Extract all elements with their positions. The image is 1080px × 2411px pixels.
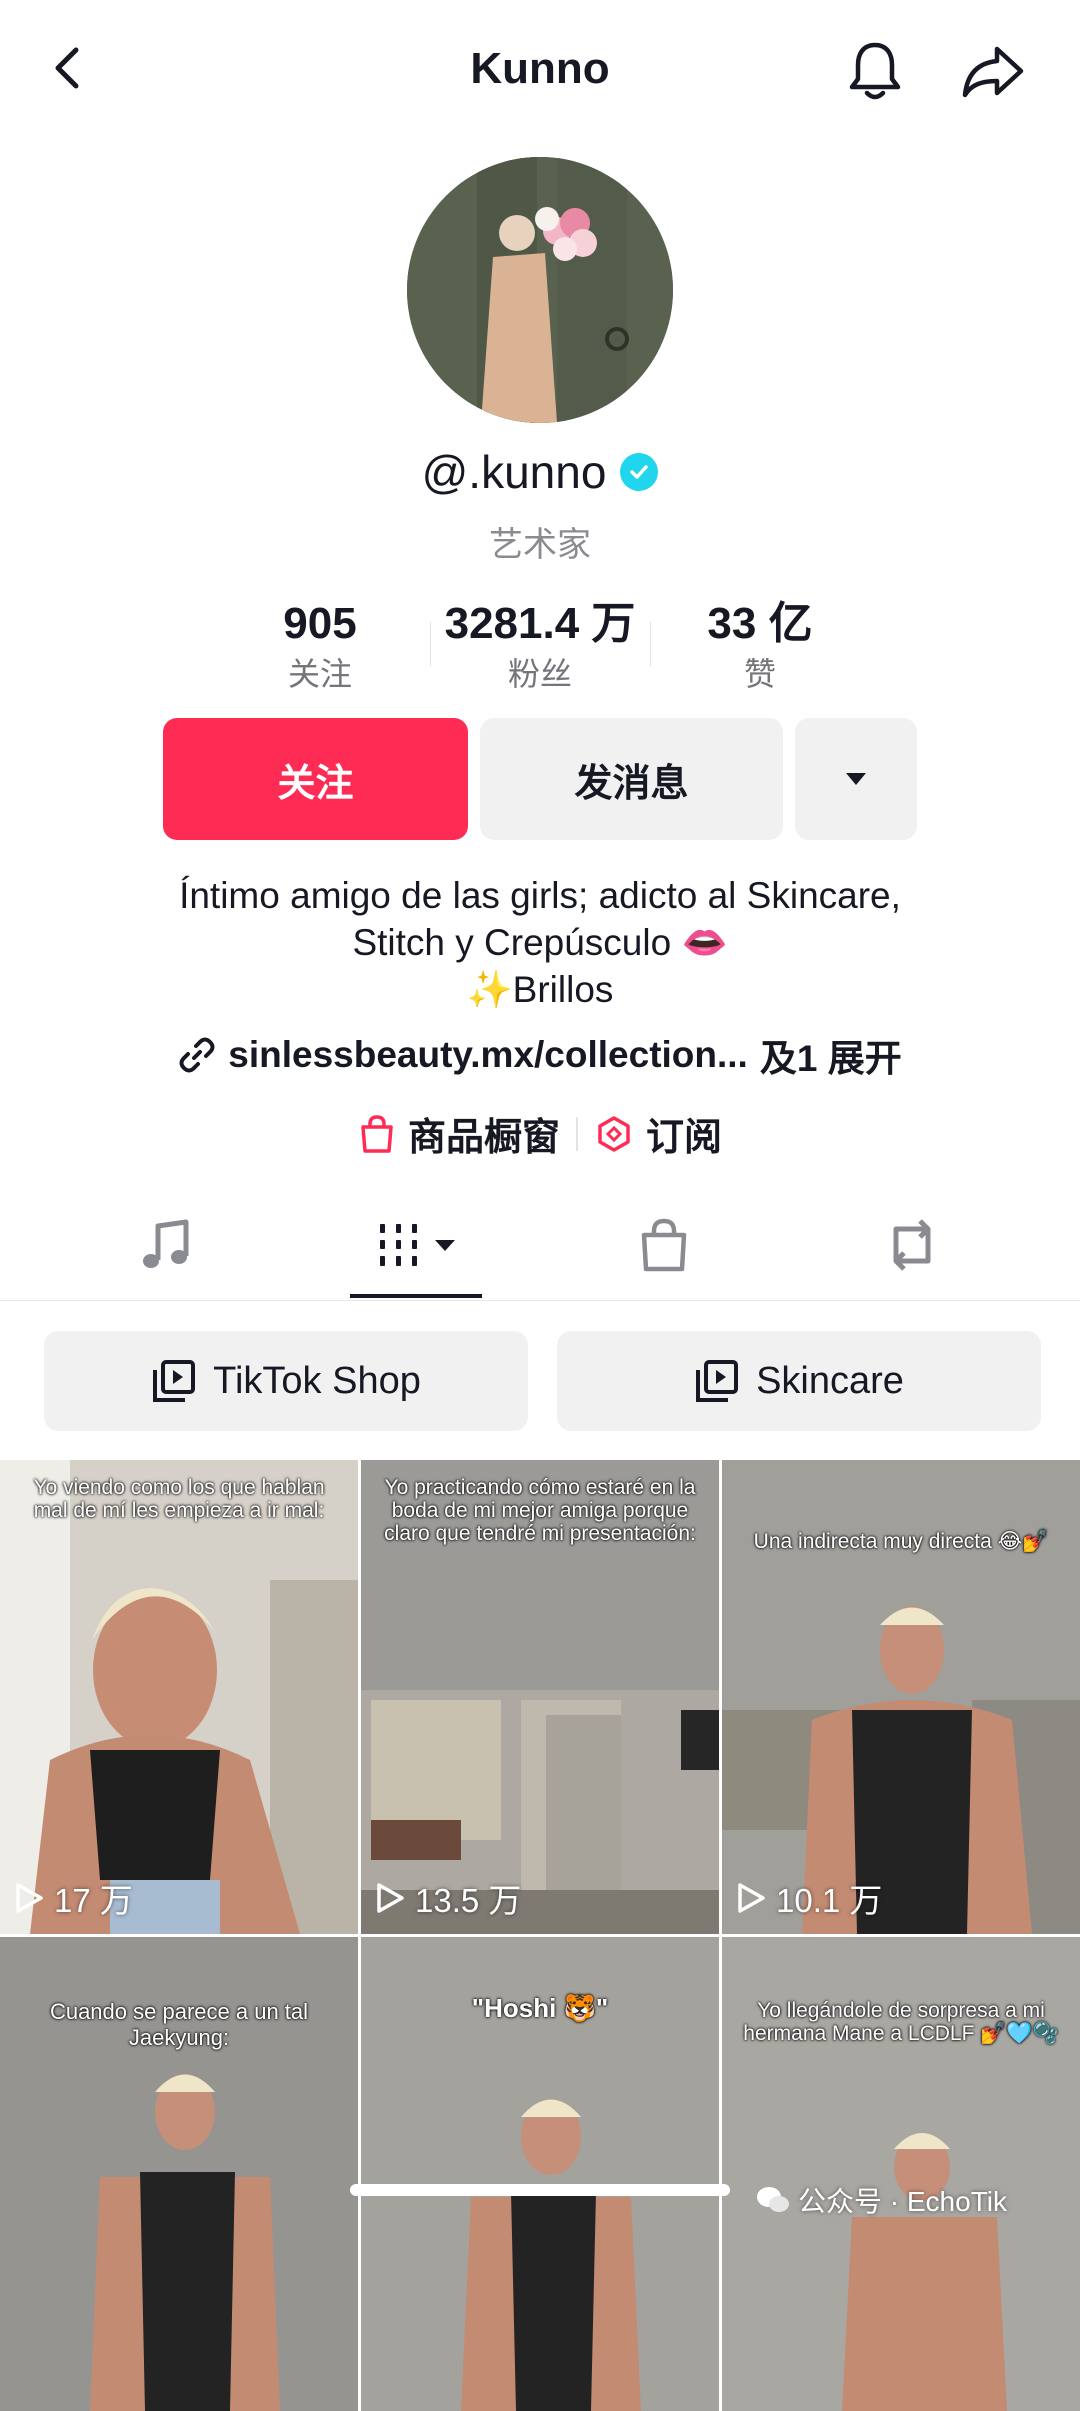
verified-badge-icon: [620, 453, 659, 491]
shop-row: 商品橱窗 订阅: [0, 1106, 1080, 1161]
playlist-label: Skincare: [756, 1359, 904, 1402]
bio-line: Íntimo amigo de las girls; adicto al Ski…: [179, 875, 901, 916]
expand-link[interactable]: 及1 展开: [760, 1028, 902, 1082]
video-thumbnail[interactable]: Yo llegándole de sorpresa a mi hermana M…: [722, 1937, 1080, 2411]
view-count-label: 10.1 万: [776, 1882, 883, 1919]
handle-row: @.kunno: [0, 445, 1080, 499]
view-count-label: 17 万: [54, 1882, 133, 1919]
shopping-bag-icon: [361, 1114, 393, 1153]
bio-line: Stitch y Crepúsculo 👄: [352, 922, 728, 963]
playlist-label: TikTok Shop: [213, 1359, 421, 1402]
stat-label: 赞: [743, 656, 776, 692]
bio: Íntimo amigo de las girls; adicto al Ski…: [0, 872, 1080, 1013]
caret-down-icon: [846, 773, 866, 785]
playlist-icon: [696, 1360, 739, 1402]
stat-followers[interactable]: 3281.4 万 粉丝: [430, 596, 650, 696]
divider: [576, 1116, 578, 1151]
repost-icon: [893, 1219, 931, 1271]
stat-value: 3281.4 万: [444, 599, 636, 648]
video-caption: Yo viendo como los que hablan mal de mí …: [33, 1476, 325, 1522]
video-thumbnail[interactable]: Yo viendo como los que hablan mal de mí …: [0, 1460, 358, 1934]
play-icon: [738, 1883, 765, 1913]
subscribe-button[interactable]: 订阅: [594, 1106, 722, 1161]
tab-music[interactable]: [96, 1190, 236, 1300]
video-caption: Cuando se parece a un tal Jaekyung:: [49, 1999, 309, 2050]
stat-label: 粉丝: [507, 656, 572, 692]
view-count: 17 万: [14, 1874, 133, 1922]
bio-link[interactable]: sinlessbeauty.mx/collection...: [228, 1034, 748, 1076]
active-tab-indicator: [350, 1294, 482, 1298]
stat-value: 33 亿: [707, 599, 813, 648]
watermark: 公众号 · EchoTik: [756, 2180, 1007, 2220]
bio-line: ✨Brillos: [466, 969, 614, 1010]
stat-value: 905: [283, 599, 357, 648]
home-indicator[interactable]: [350, 2184, 730, 2196]
stat-label: 关注: [287, 656, 352, 692]
video-caption: Yo llegándole de sorpresa a mi hermana M…: [743, 1999, 1059, 2045]
tab-reposts[interactable]: [842, 1190, 982, 1300]
link-icon: [179, 1037, 215, 1073]
page-title: Kunno: [470, 44, 610, 93]
video-thumbnail[interactable]: Una indirecta muy directa 😂💅 10.1 万: [722, 1460, 1080, 1934]
subscribe-icon: [598, 1115, 630, 1152]
video-caption: Una indirecta muy directa 😂💅: [753, 1530, 1049, 1553]
notification-button[interactable]: [842, 36, 908, 106]
showcase-label: 商品橱窗: [407, 1117, 560, 1159]
view-count: 10.1 万: [736, 1874, 882, 1922]
video-caption: Yo practicando cómo estaré en la boda de…: [384, 1476, 696, 1545]
stats-row: 905 关注 3281.4 万 粉丝 33 亿 赞: [210, 596, 870, 696]
video-thumbnail[interactable]: Cuando se parece a un tal Jaekyung:: [0, 1937, 358, 2411]
playlist-icon: [153, 1360, 196, 1402]
caret-down-icon: [435, 1240, 455, 1251]
play-icon: [16, 1883, 43, 1913]
grid-icon: [380, 1224, 417, 1266]
tab-videos[interactable]: [346, 1190, 486, 1300]
username: @.kunno: [421, 446, 607, 498]
thumbnail-image: [0, 1460, 358, 1934]
bell-icon: [849, 42, 901, 100]
video-thumbnail[interactable]: Yo practicando cómo estaré en la boda de…: [361, 1460, 719, 1934]
content-tabs: [0, 1190, 1080, 1301]
view-count: 13.5 万: [375, 1874, 521, 1922]
view-count-label: 13.5 万: [415, 1882, 522, 1919]
tab-shop[interactable]: [594, 1190, 734, 1300]
message-button[interactable]: 发消息: [480, 718, 783, 840]
stat-likes[interactable]: 33 亿 赞: [650, 596, 870, 696]
playlist-skincare[interactable]: Skincare: [557, 1331, 1041, 1431]
wechat-icon: [757, 2187, 789, 2212]
play-icon: [377, 1883, 404, 1913]
subscribe-label: 订阅: [646, 1117, 723, 1159]
watermark-text: 公众号 · EchoTik: [798, 2186, 1007, 2217]
share-arrow-icon: [962, 46, 1024, 98]
avatar[interactable]: [407, 157, 673, 423]
video-caption: "Hoshi 🐯": [471, 1993, 609, 2023]
playlist-tiktok-shop[interactable]: TikTok Shop: [44, 1331, 528, 1431]
avatar-photo: [407, 157, 673, 423]
stat-following[interactable]: 905 关注: [210, 596, 430, 696]
music-note-icon: [143, 1219, 189, 1268]
shopping-bag-icon: [641, 1218, 687, 1272]
more-options-button[interactable]: [795, 718, 917, 840]
showcase-button[interactable]: 商品橱窗: [358, 1106, 560, 1161]
profile-category: 艺术家: [489, 526, 591, 564]
video-thumbnail[interactable]: "Hoshi 🐯": [361, 1937, 719, 2411]
follow-button[interactable]: 关注: [163, 718, 468, 840]
bio-link-row: sinlessbeauty.mx/collection... 及1 展开: [0, 1028, 1080, 1082]
share-button[interactable]: [958, 36, 1028, 106]
